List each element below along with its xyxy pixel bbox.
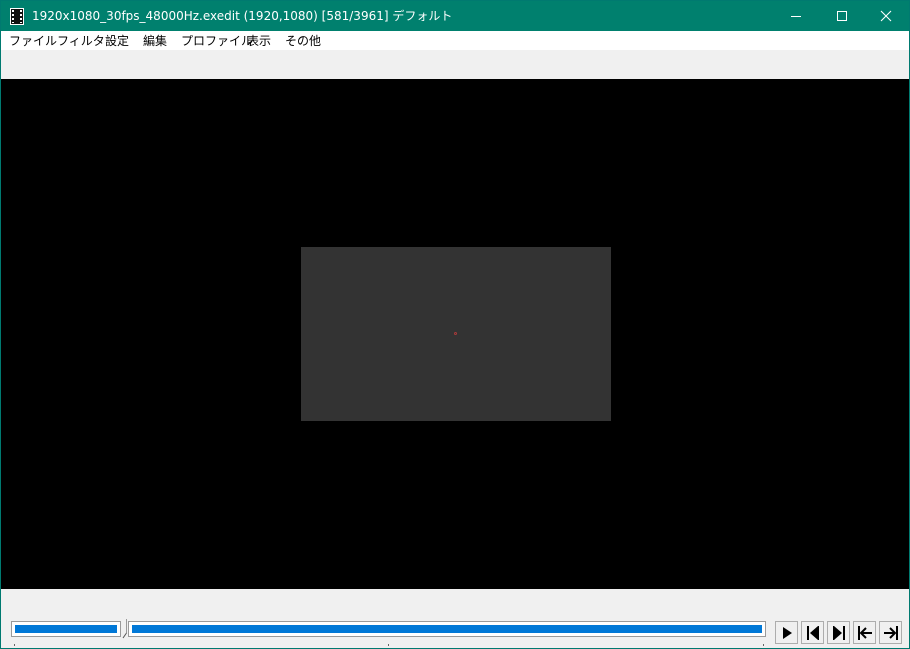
close-icon	[880, 10, 892, 22]
jump-to-start-icon	[857, 625, 872, 640]
menu-other[interactable]: その他	[285, 33, 321, 49]
app-window: 1920x1080_30fps_48000Hz.exedit (1920,108…	[0, 0, 910, 649]
window-title: 1920x1080_30fps_48000Hz.exedit (1920,108…	[32, 9, 453, 23]
menu-filter[interactable]: フィルタ	[57, 33, 105, 49]
seekbar-tick	[14, 644, 15, 646]
step-back-icon	[806, 625, 819, 640]
menu-edit[interactable]: 編集	[143, 33, 167, 49]
play-button[interactable]	[775, 621, 798, 644]
video-frame-area[interactable]	[301, 247, 611, 421]
menu-profile[interactable]: プロファイル	[181, 33, 253, 49]
menu-settings[interactable]: 設定	[105, 33, 129, 49]
seekbar-tick	[763, 644, 764, 646]
seekbar-tick	[388, 644, 389, 646]
step-forward-icon	[832, 625, 845, 640]
jump-to-end-icon	[883, 625, 898, 640]
maximize-icon	[837, 11, 847, 21]
seekbar-track-right[interactable]	[128, 621, 766, 637]
center-marker	[454, 332, 457, 335]
preview-viewport[interactable]	[1, 79, 909, 589]
menu-view[interactable]: 表示	[247, 33, 271, 49]
film-icon[interactable]	[10, 8, 24, 25]
seekbar-track-left[interactable]	[11, 621, 121, 637]
playback-bar	[1, 589, 909, 648]
maximize-button[interactable]	[819, 1, 865, 31]
seekbar-fill-left	[15, 625, 117, 633]
step-back-button[interactable]	[801, 621, 824, 644]
minimize-button[interactable]	[773, 1, 819, 31]
close-button[interactable]	[863, 1, 909, 31]
menu-file[interactable]: ファイル	[9, 33, 57, 49]
seekbar-fill-right	[132, 625, 762, 633]
minimize-icon	[791, 16, 801, 17]
toolbar-strip	[1, 50, 909, 79]
jump-to-start-button[interactable]	[853, 621, 876, 644]
jump-to-end-button[interactable]	[879, 621, 902, 644]
title-bar[interactable]: 1920x1080_30fps_48000Hz.exedit (1920,108…	[1, 1, 909, 31]
play-icon	[782, 626, 792, 639]
step-forward-button[interactable]	[827, 621, 850, 644]
menu-bar: ファイル フィルタ 設定 編集 プロファイル 表示 その他	[1, 31, 909, 50]
